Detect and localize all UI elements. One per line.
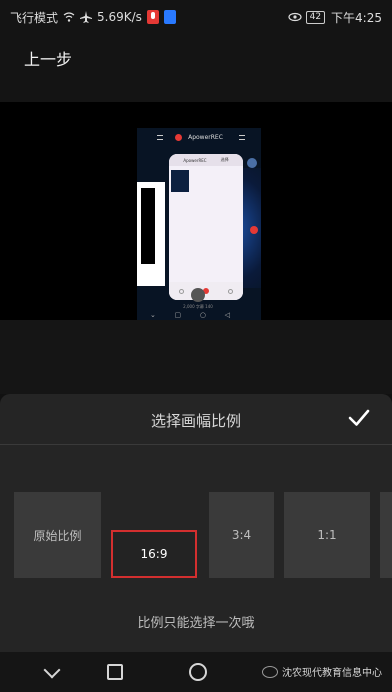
airplane-icon bbox=[80, 11, 93, 23]
status-bar: 飞行模式 5.69K/s 42 下午4:25 bbox=[0, 0, 392, 34]
triangle-icon: ◁ bbox=[224, 311, 230, 319]
ratio-label: 16:9 bbox=[140, 547, 168, 561]
ratio-label: 1:1 bbox=[317, 528, 337, 542]
person-icon bbox=[228, 288, 234, 294]
ratio-16-9[interactable]: 16:9 bbox=[111, 492, 201, 578]
thumbnail bbox=[171, 170, 189, 192]
record-logo-icon bbox=[175, 133, 183, 141]
recent-apps-icon[interactable] bbox=[107, 664, 123, 680]
file-info: 2,000 字幕 140 bbox=[183, 304, 213, 309]
home-icon[interactable] bbox=[189, 663, 207, 681]
sheet-title: 选择画幅比例 bbox=[150, 412, 241, 430]
system-nav-bar: 沈农现代教育信息中心 bbox=[0, 652, 392, 692]
ratio-label: 3:4 bbox=[231, 528, 252, 542]
preview-nav-bar: ⌄ ▢ ○ ◁ bbox=[150, 311, 230, 319]
mic-icon bbox=[146, 10, 159, 24]
divider bbox=[0, 444, 392, 445]
battery-icon: 42 bbox=[305, 10, 326, 24]
airplane-mode-label: 飞行模式 bbox=[10, 10, 59, 25]
ratio-more[interactable] bbox=[380, 492, 392, 578]
clock: 下午4:25 bbox=[331, 10, 382, 25]
menu-icon bbox=[157, 134, 163, 140]
chevron-down-icon: ⌄ bbox=[150, 311, 156, 319]
watermark: 沈农现代教育信息中心 bbox=[262, 664, 382, 679]
ratio-options: 原始比例 16:9 3:4 1:1 bbox=[0, 492, 392, 580]
ratio-original[interactable]: 原始比例 bbox=[14, 492, 101, 578]
check-icon[interactable] bbox=[347, 406, 371, 430]
preview-inner-window: ApowerREC 选择 bbox=[169, 154, 243, 300]
preview-app-title: ApowerREC bbox=[188, 133, 223, 141]
floating-record-icon bbox=[250, 226, 258, 234]
menu-icon bbox=[239, 134, 245, 140]
inner-title: ApowerREC bbox=[183, 157, 207, 163]
network-speed: 5.69K/s bbox=[97, 10, 142, 24]
aspect-ratio-sheet: 选择画幅比例 原始比例 16:9 3:4 1:1 比例只能选择一次哦 bbox=[0, 394, 392, 652]
back-icon[interactable] bbox=[43, 661, 61, 679]
floating-ball-icon bbox=[247, 158, 257, 168]
selected-ratio-box: 16:9 bbox=[111, 530, 197, 578]
back-button[interactable]: 上一步 bbox=[24, 46, 72, 70]
watermark-text: 沈农现代教育信息中心 bbox=[282, 668, 382, 679]
trash-icon bbox=[191, 288, 205, 302]
preview-app-header: ApowerREC bbox=[137, 128, 261, 146]
video-preview: ApowerREC ApowerREC 选择 2,000 字幕 140 ⌄ ▢ … bbox=[0, 102, 392, 320]
inner-action: 选择 bbox=[220, 157, 229, 162]
square-icon: ▢ bbox=[174, 311, 182, 319]
circle-icon: ○ bbox=[199, 311, 206, 319]
ratio-1-1[interactable]: 1:1 bbox=[284, 492, 370, 578]
shield-icon bbox=[163, 10, 176, 24]
top-header: 上一步 bbox=[0, 34, 392, 102]
ratio-hint: 比例只能选择一次哦 bbox=[137, 616, 255, 631]
person-icon bbox=[178, 288, 184, 294]
wifi-icon bbox=[63, 11, 75, 23]
eye-icon bbox=[287, 11, 302, 23]
ratio-3-4[interactable]: 3:4 bbox=[209, 492, 274, 578]
ratio-label: 原始比例 bbox=[33, 528, 82, 543]
wechat-icon bbox=[262, 665, 278, 678]
